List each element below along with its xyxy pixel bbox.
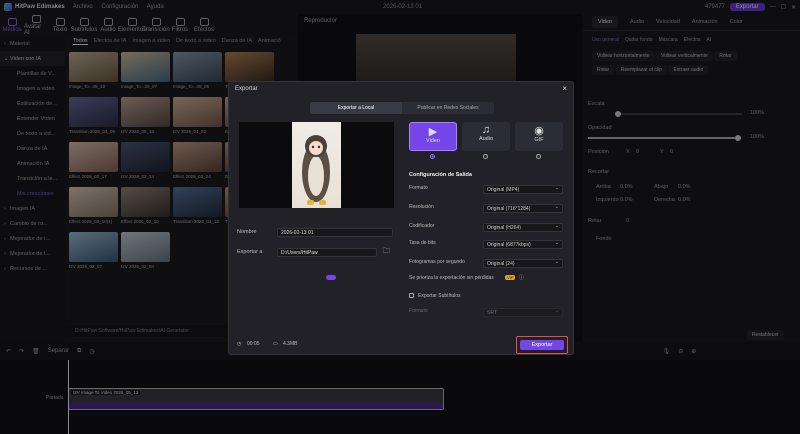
config-row-formato: Formato Original (MP4): [409, 184, 563, 195]
file-size-icon: ▭: [273, 341, 278, 347]
lossless-toggle[interactable]: [326, 275, 336, 280]
name-input[interactable]: 2026-02-13 01: [277, 228, 393, 237]
export-tabs: Exportar a Local Publicar en Redes Socia…: [310, 102, 494, 114]
sub-format-select: SRT: [483, 307, 563, 317]
format-audio-radio[interactable]: [483, 154, 488, 159]
format-audio-button[interactable]: ♫ Audio: [462, 122, 510, 151]
clock-icon: ◷: [237, 341, 242, 347]
export-path-input[interactable]: D:/Users/HitPaw: [277, 248, 377, 257]
video-format-icon: ▶: [428, 126, 438, 138]
name-label: Nombre: [237, 229, 257, 235]
gif-icon: ◉: [534, 125, 544, 137]
preview-image: [292, 122, 341, 208]
config-row-resolucion: Resolución Original (716*1284): [409, 203, 563, 214]
vip-badge: VIP: [505, 275, 516, 280]
subtitles-label: Exportar Subtítulos: [418, 293, 461, 299]
formato-select[interactable]: Original (MP4): [483, 184, 563, 194]
export-button[interactable]: Exportar: [520, 340, 564, 350]
format-video-radio[interactable]: [430, 154, 435, 159]
export-preview: [239, 122, 394, 208]
music-note-icon: ♫: [481, 124, 491, 136]
lossless-label: Se prioriza la exportación sin pérdidas: [409, 275, 494, 281]
subtitles-checkbox[interactable]: [409, 293, 414, 298]
tab-exportar-local[interactable]: Exportar a Local: [310, 102, 402, 114]
codificador-select[interactable]: Original (H264): [483, 222, 563, 232]
format-gif-button[interactable]: ◉ GIF: [515, 122, 563, 151]
info-icon[interactable]: ⓘ: [519, 274, 524, 281]
tasa-bits-select[interactable]: Original (6877kbps): [483, 239, 563, 249]
duration-value: 00:05: [247, 341, 260, 347]
resolucion-select[interactable]: Original (716*1284): [483, 203, 563, 213]
config-row-codificador: Codificador Original (H264): [409, 222, 563, 233]
tab-redes-sociales[interactable]: Publicar en Redes Sociales: [402, 102, 494, 114]
format-video-button[interactable]: ▶ Video: [409, 122, 457, 151]
export-button-highlight: Exportar: [516, 336, 568, 354]
config-title: Configuración de Salida: [409, 172, 472, 178]
config-row-tasa-bits: Tasa de bits Original (6877kbps): [409, 239, 563, 250]
export-to-label: Exportar a: [237, 249, 263, 255]
app-window: HitPaw Edimakes Archivo Configuración Ay…: [0, 0, 800, 434]
dialog-title: Exportar: [235, 86, 258, 92]
fps-select[interactable]: Original (24): [483, 258, 563, 268]
export-dialog: Exportar × Exportar a Local Publicar en …: [228, 81, 574, 355]
config-row-fps: Fotogramas por segundo Original (24): [409, 258, 563, 269]
file-size-value: 4.3MB: [283, 341, 298, 347]
folder-icon[interactable]: 🗀: [383, 247, 390, 258]
config-row-sub-format: Formato SRT: [409, 307, 563, 318]
close-icon[interactable]: ×: [562, 84, 567, 93]
format-gif-radio[interactable]: [536, 154, 541, 159]
